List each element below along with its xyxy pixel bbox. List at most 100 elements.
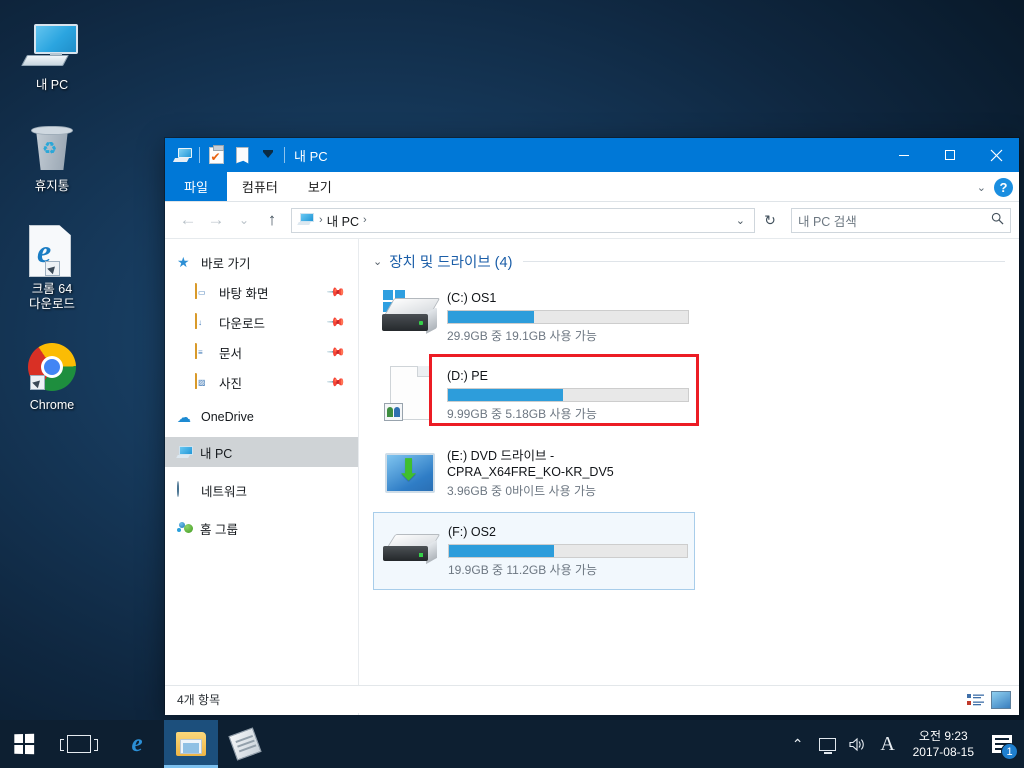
- drive-tile-d[interactable]: (D:) PE 9.99GB 중 5.18GB 사용 가능: [373, 354, 699, 434]
- system-tray: ⌃ A 오전 9:23 2017-08-15 1: [783, 720, 1024, 768]
- desktop-icon-label: 휴지통: [34, 179, 70, 193]
- recent-locations-button[interactable]: ⌄: [231, 207, 257, 233]
- file-explorer-window: 내 PC 파일 컴퓨터 보기 ⌄ ? ← → ⌄ ↑: [165, 138, 1019, 715]
- maximize-button[interactable]: [927, 138, 973, 172]
- drive-capacity-text: 9.99GB 중 5.18GB 사용 가능: [447, 407, 597, 421]
- drive-tile-c[interactable]: (C:) OS1 29.9GB 중 19.1GB 사용 가능: [373, 278, 695, 356]
- this-pc-icon: [297, 213, 315, 227]
- dvd-drive-icon: ⬇: [379, 442, 441, 504]
- drive-info: (C:) OS1 29.9GB 중 19.1GB 사용 가능: [447, 290, 689, 344]
- drive-name: (E:) DVD 드라이브 - CPRA_X64FRE_KO-KR_DV5: [447, 448, 689, 480]
- pin-icon[interactable]: 📌: [326, 312, 346, 332]
- sidebar-item-onedrive[interactable]: ☁ OneDrive: [165, 402, 358, 432]
- taskbar: e ⌃ A 오전 9:23 2017-08-15 1: [0, 720, 1024, 768]
- properties-icon[interactable]: [203, 138, 229, 172]
- tab-file[interactable]: 파일: [165, 172, 227, 201]
- group-header-devices-and-drives[interactable]: ⌄ 장치 및 드라이브 (4): [373, 251, 1005, 272]
- ribbon-right-controls: ⌄ ?: [977, 172, 1013, 202]
- tray-overflow-icon[interactable]: ⌃: [783, 720, 813, 768]
- sidebar-item-label: 다운로드: [219, 316, 266, 331]
- desktop-icon-area: 내 PC ♻ 휴지통 e 크롬 64 다운로드 Chrome: [0, 8, 104, 439]
- taskbar-edge[interactable]: e: [110, 720, 164, 768]
- close-button[interactable]: [973, 138, 1019, 172]
- start-button[interactable]: [0, 720, 48, 768]
- external-disk-icon: [380, 520, 442, 582]
- breadcrumb-separator: ›: [363, 214, 367, 226]
- drive-name-line1: (E:) DVD 드라이브 -: [447, 448, 555, 463]
- desktop-icon-my-pc[interactable]: 내 PC: [0, 18, 104, 93]
- computer-icon[interactable]: [170, 138, 196, 172]
- desktop-icon-recycle-bin[interactable]: ♻ 휴지통: [0, 119, 104, 194]
- network-icon[interactable]: [813, 720, 843, 768]
- quick-access-toolbar: [165, 138, 288, 172]
- pin-icon[interactable]: 📌: [326, 342, 346, 362]
- drive-name-line2: CPRA_X64FRE_KO-KR_DV5: [447, 464, 614, 479]
- capacity-bar-fill: [448, 311, 535, 323]
- new-folder-icon[interactable]: [229, 138, 255, 172]
- window-titlebar[interactable]: 내 PC: [165, 138, 1019, 172]
- input-language-indicator[interactable]: A: [873, 720, 903, 768]
- notification-count-badge: 1: [1001, 743, 1018, 760]
- address-bar[interactable]: › 내 PC › ⌄: [291, 207, 755, 233]
- drive-name: (F:) OS2: [448, 525, 496, 539]
- item-count-label: 4개 항목: [177, 693, 221, 707]
- customize-dropdown-icon[interactable]: [255, 138, 281, 172]
- shortcut-arrow-icon: [45, 261, 60, 276]
- sidebar-item-label: 사진: [219, 376, 243, 391]
- sidebar-item-documents[interactable]: ≡ 문서 📌: [165, 337, 358, 367]
- this-pc-icon: [176, 445, 193, 459]
- drive-tile-e[interactable]: ⬇ (E:) DVD 드라이브 - CPRA_X64FRE_KO-KR_DV5 …: [373, 434, 695, 512]
- drive-info: (E:) DVD 드라이브 - CPRA_X64FRE_KO-KR_DV5 3.…: [447, 448, 689, 499]
- tab-computer[interactable]: 컴퓨터: [227, 172, 293, 201]
- homegroup-icon: [177, 521, 193, 535]
- file-explorer-icon: [176, 732, 206, 756]
- file-list-pane[interactable]: ⌄ 장치 및 드라이브 (4) (C:) OS1 29.9GB 중 19.1GB…: [359, 239, 1019, 715]
- sidebar-item-desktop[interactable]: ▭ 바탕 화면 📌: [165, 277, 358, 307]
- volume-icon[interactable]: [843, 720, 873, 768]
- sidebar-item-downloads[interactable]: ↓ 다운로드 📌: [165, 307, 358, 337]
- forward-button[interactable]: →: [203, 207, 229, 233]
- sidebar-item-this-pc[interactable]: 내 PC: [165, 437, 358, 467]
- desktop-icon-label: 크롬 64 다운로드: [0, 282, 104, 312]
- pin-icon[interactable]: 📌: [326, 372, 346, 392]
- large-icons-view-icon[interactable]: [991, 690, 1011, 709]
- search-box[interactable]: 내 PC 검색: [791, 207, 1011, 233]
- expand-ribbon-icon[interactable]: ⌄: [977, 181, 986, 194]
- drive-name: (D:) PE: [447, 369, 488, 383]
- help-button[interactable]: ?: [994, 177, 1013, 197]
- search-input[interactable]: 내 PC 검색: [798, 211, 987, 230]
- desktop-icon-chrome-download[interactable]: e 크롬 64 다운로드: [0, 222, 104, 312]
- capacity-bar: [447, 388, 689, 402]
- capacity-bar: [447, 310, 689, 324]
- taskbar-file-explorer[interactable]: [164, 720, 218, 768]
- group-divider: [523, 261, 1005, 262]
- drive-tile-f[interactable]: (F:) OS2 19.9GB 중 11.2GB 사용 가능: [373, 512, 695, 590]
- pin-icon[interactable]: 📌: [326, 282, 346, 302]
- sidebar-item-homegroup[interactable]: 홈 그룹: [165, 513, 358, 543]
- sidebar-item-quick-access[interactable]: ★ 바로 가기: [165, 247, 358, 277]
- taskbar-sticky-notes[interactable]: [218, 720, 272, 768]
- minimize-button[interactable]: [881, 138, 927, 172]
- details-view-icon[interactable]: [965, 691, 985, 709]
- up-button[interactable]: ↑: [259, 207, 285, 233]
- quick-access-star-icon: ★: [177, 254, 190, 270]
- action-center-button[interactable]: 1: [984, 720, 1020, 768]
- back-button[interactable]: ←: [175, 207, 201, 233]
- breadcrumb-item[interactable]: 내 PC: [327, 211, 359, 230]
- desktop-icon-chrome[interactable]: Chrome: [0, 338, 104, 413]
- capacity-bar-fill: [448, 389, 564, 401]
- clock[interactable]: 오전 9:23 2017-08-15: [903, 728, 984, 760]
- sidebar-item-network[interactable]: 네트워크: [165, 475, 358, 505]
- task-view-button[interactable]: [48, 720, 110, 768]
- address-dropdown-icon[interactable]: ⌄: [729, 214, 752, 227]
- refresh-button[interactable]: ↻: [757, 208, 783, 233]
- tab-view[interactable]: 보기: [293, 172, 347, 201]
- shared-users-overlay-icon: [384, 403, 403, 421]
- desktop-icon-label: 내 PC: [35, 78, 69, 92]
- edge-document-shortcut-icon: e: [0, 222, 104, 280]
- drive-capacity-text: 29.9GB 중 19.1GB 사용 가능: [447, 329, 597, 343]
- pictures-folder-icon: ▨: [195, 373, 212, 390]
- group-title: 장치 및 드라이브 (4): [389, 255, 513, 271]
- sidebar-item-pictures[interactable]: ▨ 사진 📌: [165, 367, 358, 397]
- chevron-down-icon[interactable]: ⌄: [373, 255, 382, 268]
